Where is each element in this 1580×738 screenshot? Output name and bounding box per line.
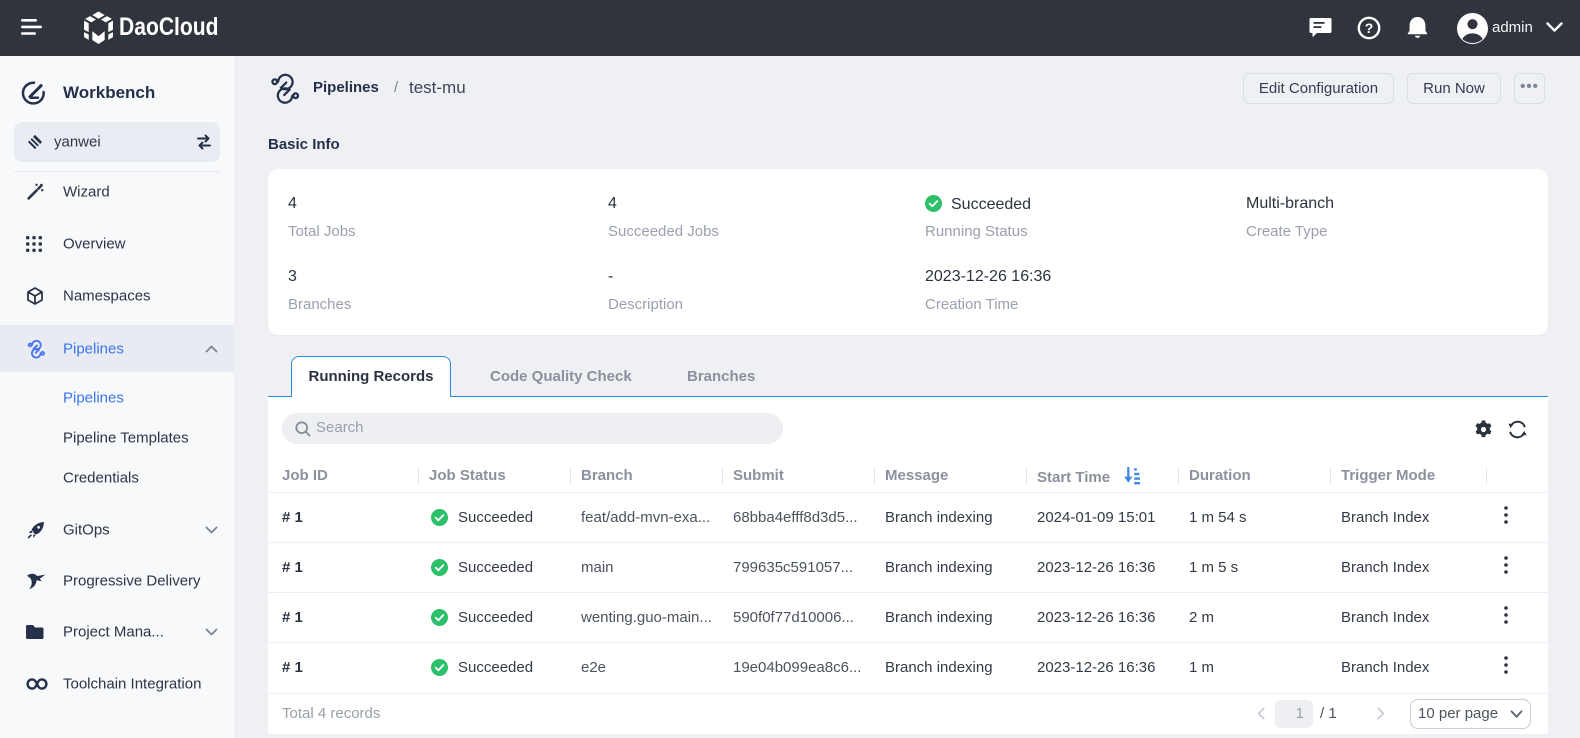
svg-text:?: ? — [1365, 20, 1374, 36]
